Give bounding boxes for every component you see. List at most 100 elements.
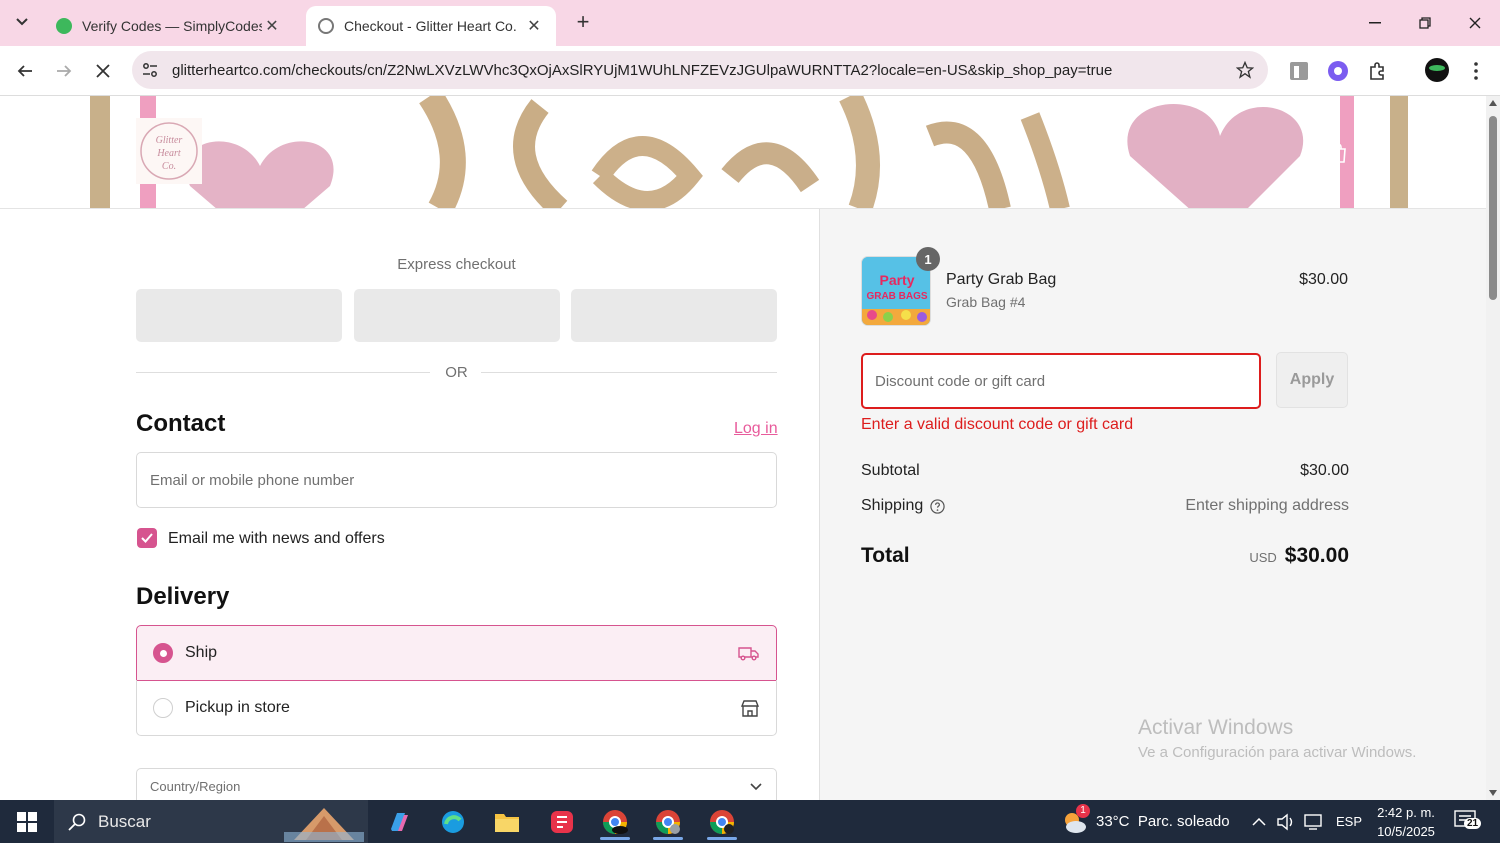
puzzle-icon — [1370, 62, 1384, 80]
scroll-up-icon[interactable] — [1489, 100, 1497, 106]
delivery-option-pickup[interactable]: Pickup in store — [136, 680, 777, 736]
network-button[interactable] — [1304, 800, 1324, 843]
tab-search-button[interactable] — [8, 8, 36, 36]
or-divider: OR — [136, 363, 777, 383]
ship-radio[interactable] — [153, 643, 173, 663]
glitter-heart-logo-icon: Glitter Heart Co. — [140, 122, 198, 180]
restore-button[interactable] — [1400, 0, 1450, 46]
taskbar-edge[interactable] — [430, 804, 476, 840]
extension-icon-1[interactable] — [1286, 58, 1312, 84]
product-price: $30.00 — [1299, 271, 1348, 288]
scroll-down-icon[interactable] — [1489, 790, 1497, 796]
subtotal-value: $30.00 — [1300, 462, 1349, 479]
email-input[interactable] — [137, 453, 776, 507]
weather-widget[interactable]: 1 33°C Parc. soleado — [1060, 800, 1230, 843]
pickup-radio[interactable] — [153, 697, 173, 718]
forward-button[interactable] — [51, 58, 77, 84]
or-label: OR — [445, 364, 468, 381]
total-row: Total USD $30.00 — [861, 544, 1349, 568]
discount-error-message: Enter a valid discount code or gift card — [861, 416, 1134, 433]
close-window-button[interactable] — [1450, 0, 1500, 46]
apply-discount-button[interactable]: Apply — [1276, 352, 1348, 408]
tab-checkout[interactable]: Checkout - Glitter Heart Co. ✕ — [306, 6, 556, 46]
site-info-icon[interactable] — [142, 62, 158, 78]
total-label: Total — [861, 544, 910, 567]
shopping-bag-icon[interactable] — [1328, 142, 1348, 164]
copilot-icon — [391, 813, 408, 831]
delivery-option-ship[interactable]: Ship — [136, 625, 777, 681]
checkmark-icon — [141, 533, 153, 543]
url-text: glitterheartco.com/checkouts/cn/Z2NwLXVz… — [172, 61, 1113, 79]
close-tab-icon[interactable]: ✕ — [524, 16, 544, 36]
scrollbar-thumb[interactable] — [1489, 116, 1497, 300]
checkout-form: Express checkout OR Contact Log in Email… — [0, 209, 819, 800]
svg-text:Co.: Co. — [162, 161, 176, 172]
clock[interactable]: 2:42 p. m. 10/5/2025 — [1372, 800, 1440, 843]
search-label: Buscar — [98, 811, 151, 831]
express-pay-button-3[interactable] — [571, 289, 777, 342]
page-scrollbar[interactable] — [1486, 96, 1500, 800]
close-tab-icon[interactable]: ✕ — [262, 16, 282, 36]
new-tab-button[interactable]: + — [570, 10, 596, 36]
stop-loading-button[interactable] — [90, 58, 116, 84]
weather-alert-badge: 1 — [1076, 803, 1090, 818]
weather-text: 33°C Parc. soleado — [1096, 813, 1230, 830]
notification-count: 21 — [1464, 817, 1482, 829]
taskbar-search[interactable]: Buscar — [54, 800, 368, 843]
chrome-icon — [710, 810, 734, 834]
newsletter-checkbox[interactable] — [137, 528, 157, 548]
taskbar-chrome-3[interactable] — [699, 804, 745, 840]
notification-icon: 21 — [1454, 809, 1482, 834]
chevron-down-icon — [750, 783, 762, 791]
watermark-line-2: Ve a Configuración para activar Windows. — [1138, 744, 1417, 761]
notifications-button[interactable]: 21 — [1454, 800, 1482, 843]
express-pay-button-2[interactable] — [354, 289, 560, 342]
email-field[interactable] — [136, 452, 777, 508]
profile-avatar[interactable] — [1423, 56, 1451, 84]
browser-menu-button[interactable] — [1463, 58, 1489, 84]
arrow-right-icon — [57, 65, 72, 77]
folder-icon — [495, 814, 519, 832]
tray-overflow-button[interactable] — [1252, 800, 1266, 843]
help-circle-icon[interactable] — [930, 498, 945, 514]
shipping-value: Enter shipping address — [1185, 497, 1349, 514]
svg-text:GRAB BAGS: GRAB BAGS — [866, 291, 927, 302]
start-button[interactable] — [4, 804, 50, 840]
contact-heading: Contact — [136, 410, 226, 437]
close-icon — [96, 64, 110, 78]
tab-simplycodes[interactable]: Verify Codes — SimplyCodes ✕ — [44, 6, 294, 46]
address-bar[interactable]: glitterheartco.com/checkouts/cn/Z2NwLXVz… — [132, 51, 1268, 89]
extensions-button[interactable] — [1365, 58, 1391, 84]
discount-field[interactable] — [861, 353, 1261, 409]
login-link[interactable]: Log in — [734, 420, 778, 438]
taskbar-chrome-2[interactable] — [645, 804, 691, 840]
extension-icon-2[interactable] — [1325, 58, 1351, 84]
arrow-left-icon — [17, 65, 32, 77]
windows-logo-icon — [17, 812, 37, 832]
tab-title: Checkout - Glitter Heart Co. — [344, 18, 517, 34]
loading-favicon-icon — [318, 18, 334, 34]
edge-icon — [442, 811, 464, 833]
bookmark-star-icon[interactable] — [1236, 61, 1254, 79]
newsletter-label: Email me with news and offers — [168, 530, 385, 547]
taskbar-copilot[interactable] — [376, 804, 422, 840]
tab-strip: Verify Codes — SimplyCodes ✕ Checkout - … — [0, 0, 1500, 46]
speaker-icon — [1277, 813, 1293, 830]
taskbar-chrome-1[interactable] — [592, 804, 638, 840]
chrome-icon — [603, 810, 628, 834]
express-pay-button-1[interactable] — [136, 289, 342, 342]
store-logo[interactable]: Glitter Heart Co. — [136, 118, 202, 184]
language-indicator[interactable]: ESP — [1336, 800, 1362, 843]
back-button[interactable] — [12, 58, 38, 84]
express-checkout-title: Express checkout — [397, 256, 516, 273]
minimize-button[interactable] — [1350, 0, 1400, 46]
checkout-page: Glitter Heart Co. Express checkout OR Co… — [0, 96, 1486, 800]
taskbar-file-explorer[interactable] — [484, 804, 530, 840]
volume-button[interactable] — [1276, 800, 1296, 843]
delivery-heading: Delivery — [136, 583, 230, 610]
discount-input[interactable] — [863, 355, 1259, 407]
taskbar-app-red[interactable] — [539, 804, 585, 840]
avatar-icon — [1425, 58, 1449, 82]
country-select[interactable]: Country/Region — [136, 768, 777, 800]
restore-icon — [1419, 17, 1431, 29]
